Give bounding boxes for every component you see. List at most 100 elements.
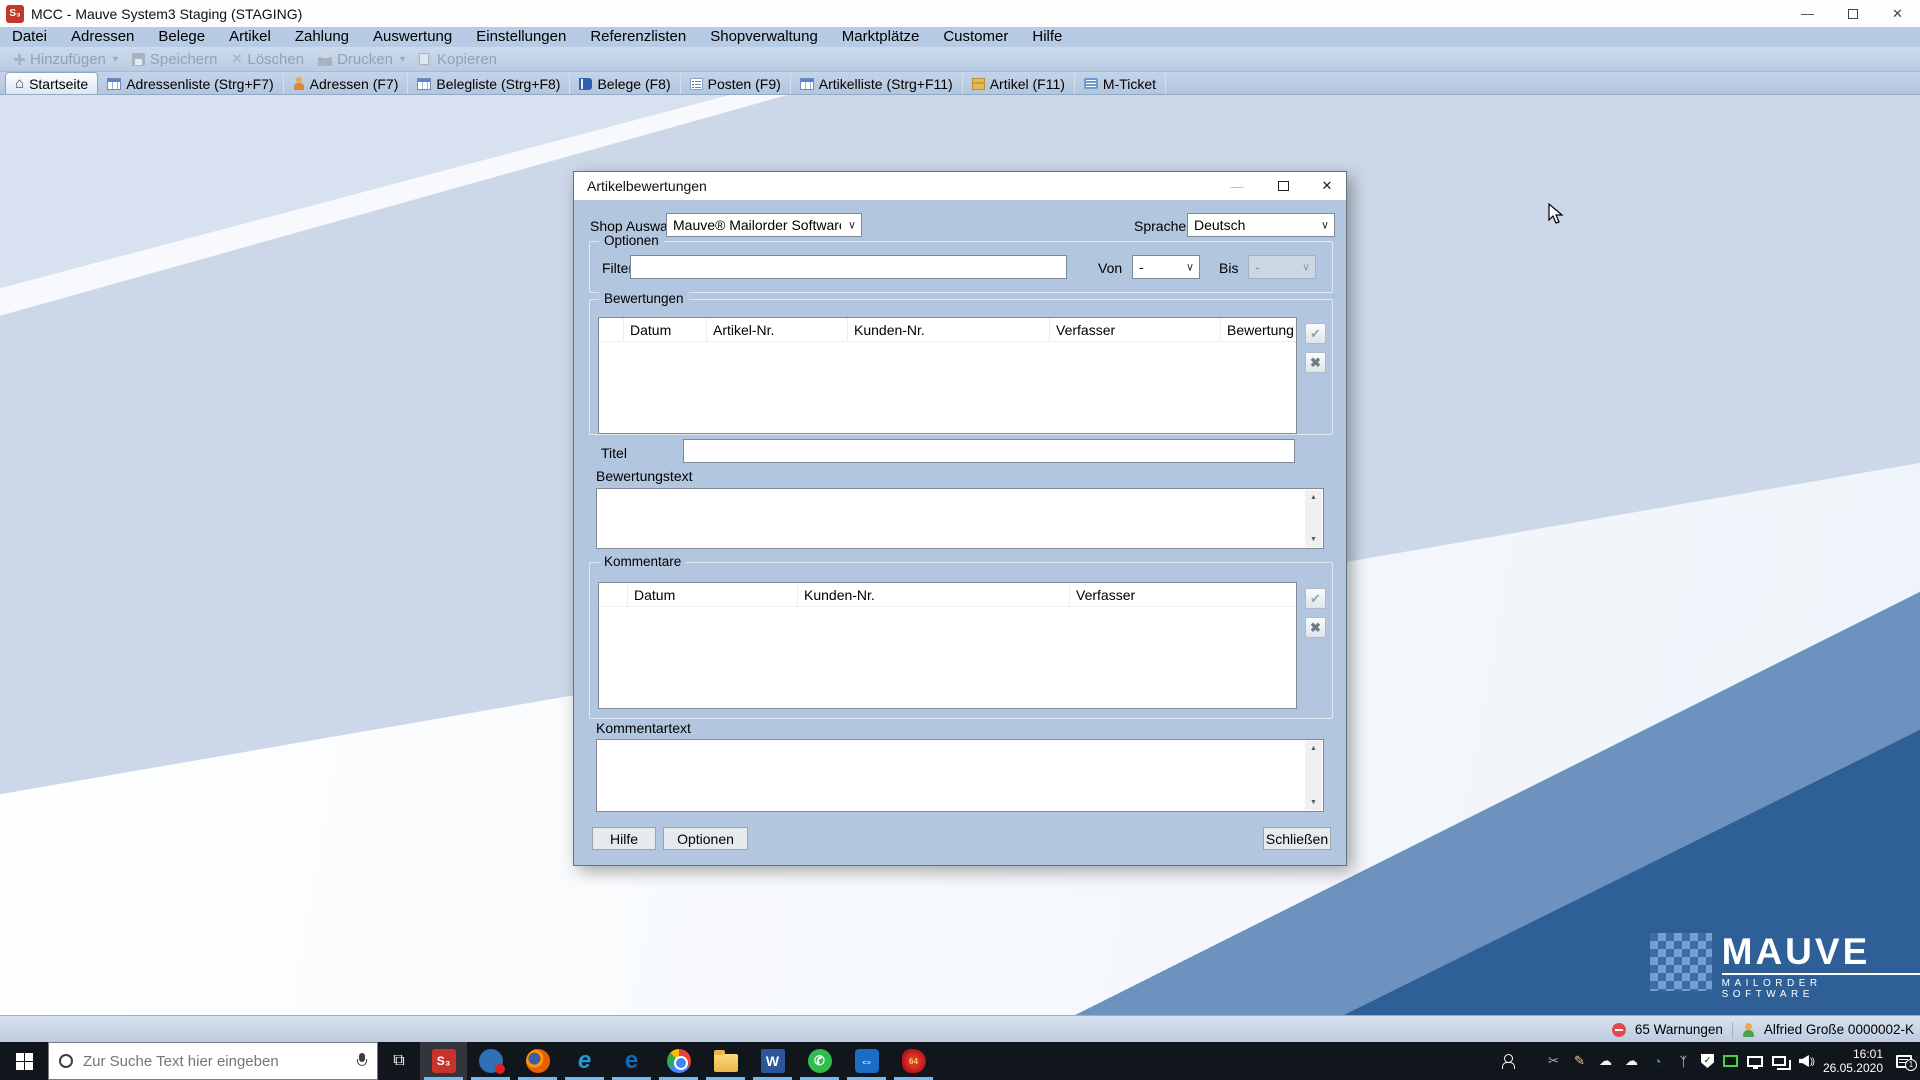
scroll-up-icon[interactable]: ▲ bbox=[1305, 741, 1322, 756]
display-icon[interactable] bbox=[1747, 1056, 1763, 1067]
menu-hilfe[interactable]: Hilfe bbox=[1020, 27, 1074, 47]
taskbar-app-mcc[interactable]: S₃ bbox=[420, 1042, 467, 1080]
column-header-kunden-nr[interactable]: Kunden-Nr. bbox=[848, 318, 1050, 341]
sync-clock-icon[interactable]: ◔ bbox=[1649, 1054, 1666, 1069]
tab-posten[interactable]: Posten (F9) bbox=[681, 73, 791, 94]
column-header-kunden-nr[interactable]: Kunden-Nr. bbox=[798, 583, 1070, 606]
tab-startseite[interactable]: ⌂ Startseite bbox=[5, 72, 98, 94]
approve-comment-button[interactable]: ✔ bbox=[1305, 588, 1326, 609]
menu-einstellungen[interactable]: Einstellungen bbox=[464, 27, 578, 47]
tab-belege[interactable]: Belege (F8) bbox=[570, 73, 680, 94]
warnings-count[interactable]: 65 Warnungen bbox=[1635, 1022, 1723, 1037]
people-icon[interactable] bbox=[1502, 1053, 1522, 1069]
copy-button[interactable]: Kopieren bbox=[412, 48, 504, 71]
scrollbar[interactable]: ▲ ▼ bbox=[1305, 741, 1322, 810]
tab-artikel[interactable]: Artikel (F11) bbox=[963, 73, 1075, 94]
menu-artikel[interactable]: Artikel bbox=[217, 27, 283, 47]
column-header-datum[interactable]: Datum bbox=[628, 583, 798, 606]
taskbar-app-game[interactable]: 64 bbox=[890, 1042, 937, 1080]
window-restore-button[interactable] bbox=[1830, 0, 1875, 27]
von-select[interactable]: - ∨ bbox=[1132, 255, 1200, 279]
tab-artikelliste[interactable]: Artikelliste (Strg+F11) bbox=[791, 73, 963, 94]
menu-customer[interactable]: Customer bbox=[931, 27, 1020, 47]
capture-screen-icon[interactable] bbox=[1723, 1055, 1738, 1067]
bis-select[interactable]: - ∨ bbox=[1248, 255, 1316, 279]
column-header-blank[interactable] bbox=[599, 583, 628, 606]
rating-text-area[interactable]: ▲ ▼ bbox=[596, 488, 1324, 549]
defender-shield-icon[interactable]: ✓ bbox=[1701, 1054, 1714, 1068]
column-header-artikel-nr[interactable]: Artikel-Nr. bbox=[707, 318, 848, 341]
start-button[interactable] bbox=[0, 1042, 48, 1080]
options-button[interactable]: Optionen bbox=[663, 827, 748, 850]
pen-icon[interactable]: ✎ bbox=[1571, 1053, 1588, 1069]
dialog-titlebar[interactable]: Artikelbewertungen — ✕ bbox=[574, 172, 1346, 200]
scroll-down-icon[interactable]: ▼ bbox=[1305, 795, 1322, 810]
column-header-blank[interactable] bbox=[599, 318, 624, 341]
current-user[interactable]: Alfried Große 0000002-K bbox=[1764, 1022, 1914, 1037]
menu-belege[interactable]: Belege bbox=[146, 27, 217, 47]
dialog-close-button[interactable]: ✕ bbox=[1312, 172, 1342, 200]
taskbar-app-word[interactable]: W bbox=[749, 1042, 796, 1080]
titel-input[interactable] bbox=[683, 439, 1295, 463]
close-button[interactable]: Schließen bbox=[1263, 827, 1331, 850]
menu-auswertung[interactable]: Auswertung bbox=[361, 27, 464, 47]
usb-icon[interactable]: ᛉ bbox=[1675, 1054, 1692, 1069]
taskbar-clock[interactable]: 16:01 26.05.2020 bbox=[1823, 1047, 1883, 1075]
add-button[interactable]: Hinzufügen ▾ bbox=[6, 48, 125, 71]
onenote-clipper-icon[interactable]: ✂ bbox=[1545, 1053, 1562, 1069]
dialog-minimize-button[interactable]: — bbox=[1222, 172, 1252, 200]
menu-marktplaetze[interactable]: Marktplätze bbox=[830, 27, 932, 47]
firefox-icon bbox=[526, 1049, 550, 1073]
save-button[interactable]: Speichern bbox=[125, 48, 225, 71]
onedrive-cloud-icon[interactable]: ☁ bbox=[1597, 1053, 1614, 1069]
column-header-verfasser[interactable]: Verfasser bbox=[1070, 583, 1296, 606]
delete-button[interactable]: ✕ Löschen bbox=[224, 48, 311, 71]
menu-referenzlisten[interactable]: Referenzlisten bbox=[578, 27, 698, 47]
taskbar-app-explorer[interactable] bbox=[702, 1042, 749, 1080]
scroll-up-icon[interactable]: ▲ bbox=[1305, 490, 1322, 505]
tab-belegliste[interactable]: Belegliste (Strg+F8) bbox=[408, 73, 570, 94]
delete-rating-button[interactable]: ✖ bbox=[1305, 352, 1326, 373]
cloud-upload-icon[interactable]: ☁ bbox=[1623, 1053, 1640, 1069]
taskbar-app-whatsapp[interactable]: ✆ bbox=[796, 1042, 843, 1080]
taskbar-app-internet-explorer[interactable]: e bbox=[561, 1042, 608, 1080]
tab-m-ticket[interactable]: M-Ticket bbox=[1075, 73, 1166, 94]
menu-datei[interactable]: Datei bbox=[0, 27, 59, 47]
taskbar-search[interactable] bbox=[48, 1042, 378, 1080]
window-minimize-button[interactable]: — bbox=[1785, 0, 1830, 27]
volume-icon[interactable]: )) bbox=[1799, 1055, 1814, 1067]
window-close-button[interactable]: ✕ bbox=[1875, 0, 1920, 27]
ratings-table[interactable]: Datum Artikel-Nr. Kunden-Nr. Verfasser B… bbox=[598, 317, 1297, 434]
column-header-datum[interactable]: Datum bbox=[624, 318, 707, 341]
microphone-icon[interactable] bbox=[357, 1053, 367, 1069]
search-input[interactable] bbox=[83, 1053, 347, 1070]
filter-input[interactable] bbox=[630, 255, 1067, 279]
comment-text-area[interactable]: ▲ ▼ bbox=[596, 739, 1324, 812]
copy-icon bbox=[419, 53, 429, 65]
task-view-button[interactable]: ⧉ bbox=[378, 1042, 420, 1080]
scrollbar[interactable]: ▲ ▼ bbox=[1305, 490, 1322, 547]
approve-rating-button[interactable]: ✔ bbox=[1305, 323, 1326, 344]
language-select[interactable]: Deutsch ∨ bbox=[1187, 213, 1335, 237]
taskbar-app-teamviewer[interactable]: ⇔ bbox=[843, 1042, 890, 1080]
help-button[interactable]: Hilfe bbox=[592, 827, 656, 850]
column-header-verfasser[interactable]: Verfasser bbox=[1050, 318, 1221, 341]
taskbar-app-chrome[interactable] bbox=[655, 1042, 702, 1080]
shop-select[interactable]: Mauve® Mailorder Software - Softwa ∨ bbox=[666, 213, 862, 237]
menu-zahlung[interactable]: Zahlung bbox=[283, 27, 361, 47]
taskbar-app-edge[interactable]: e bbox=[608, 1042, 655, 1080]
scroll-down-icon[interactable]: ▼ bbox=[1305, 532, 1322, 547]
dialog-maximize-button[interactable] bbox=[1268, 172, 1298, 200]
delete-comment-button[interactable]: ✖ bbox=[1305, 617, 1326, 638]
action-center-icon[interactable]: 1 bbox=[1896, 1055, 1912, 1068]
column-header-bewertung[interactable]: Bewertung bbox=[1221, 318, 1296, 341]
taskbar-app-remote[interactable] bbox=[467, 1042, 514, 1080]
network-icon[interactable] bbox=[1772, 1056, 1786, 1066]
taskbar-app-firefox[interactable] bbox=[514, 1042, 561, 1080]
tab-adressenliste[interactable]: Adressenliste (Strg+F7) bbox=[98, 73, 283, 94]
comments-table[interactable]: Datum Kunden-Nr. Verfasser bbox=[598, 582, 1297, 709]
print-button[interactable]: Drucken ▾ bbox=[311, 48, 412, 71]
tab-adressen[interactable]: Adressen (F7) bbox=[284, 73, 409, 94]
menu-adressen[interactable]: Adressen bbox=[59, 27, 146, 47]
menu-shopverwaltung[interactable]: Shopverwaltung bbox=[698, 27, 830, 47]
